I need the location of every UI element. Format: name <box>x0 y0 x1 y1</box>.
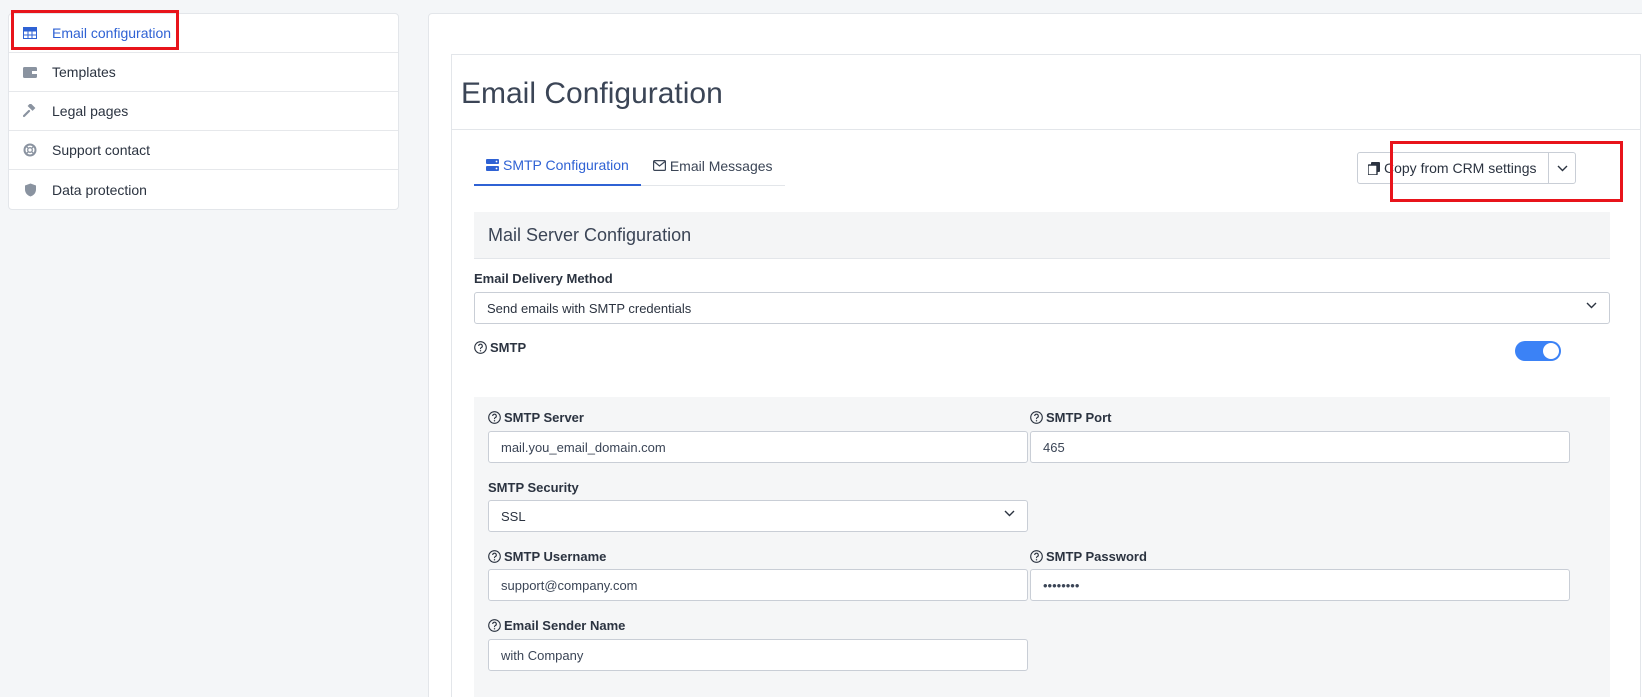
life-ring-icon <box>22 142 38 158</box>
tab-bar: SMTP Configuration Email Messages <box>474 145 785 186</box>
email-sender-name-label: Email Sender Name <box>488 618 625 633</box>
toggle-knob <box>1543 343 1559 359</box>
server-icon <box>486 158 499 171</box>
smtp-password-label: SMTP Password <box>1030 549 1147 564</box>
sidebar-item-label: Data protection <box>52 181 147 198</box>
label-text: SMTP <box>490 340 527 355</box>
wallet-icon <box>22 64 38 80</box>
copy-icon <box>1368 161 1380 175</box>
section-title: Mail Server Configuration <box>474 212 1610 259</box>
delivery-method-label: Email Delivery Method <box>474 271 613 286</box>
label-text: SMTP Server <box>504 410 584 425</box>
sidebar-item-label: Templates <box>52 64 116 80</box>
sidebar: Email configuration Templates Legal page… <box>8 13 399 210</box>
select-value: Send emails with SMTP credentials <box>487 300 692 316</box>
sidebar-item-label: Legal pages <box>52 103 129 119</box>
sidebar-item-email-configuration[interactable]: Email configuration <box>9 14 398 53</box>
smtp-username-label: SMTP Username <box>488 549 606 564</box>
smtp-port-input[interactable] <box>1030 431 1570 463</box>
shield-icon <box>22 182 38 198</box>
question-circle-icon[interactable] <box>488 550 501 563</box>
copy-button-label: Copy from CRM settings <box>1384 160 1537 176</box>
label-text: Email Delivery Method <box>474 271 613 286</box>
page-title: Email Configuration <box>461 77 723 110</box>
divider <box>452 129 1640 130</box>
email-sender-name-input[interactable] <box>488 639 1028 671</box>
main-panel: Email Configuration SMTP Configuration E… <box>428 13 1642 697</box>
delivery-method-select[interactable]: Send emails with SMTP credentials <box>474 292 1610 324</box>
sidebar-item-data-protection[interactable]: Data protection <box>9 170 398 209</box>
sidebar-item-label: Email configuration <box>52 25 172 41</box>
smtp-toggle-switch[interactable] <box>1515 341 1561 361</box>
tab-label: SMTP Configuration <box>503 156 629 173</box>
copy-dropdown-toggle[interactable] <box>1549 153 1575 183</box>
smtp-security-select[interactable]: SSL <box>488 500 1028 532</box>
tab-smtp-configuration[interactable]: SMTP Configuration <box>474 145 641 186</box>
question-circle-icon[interactable] <box>474 341 487 354</box>
copy-from-crm-button-group: Copy from CRM settings <box>1357 152 1577 184</box>
label-text: SMTP Security <box>488 480 579 495</box>
email-configuration-card: Email Configuration SMTP Configuration E… <box>451 54 1641 697</box>
table-grid-icon <box>22 25 38 41</box>
label-text: SMTP Password <box>1046 549 1147 564</box>
label-text: Email Sender Name <box>504 618 626 633</box>
copy-from-crm-button[interactable]: Copy from CRM settings <box>1358 153 1550 183</box>
smtp-port-label: SMTP Port <box>1030 410 1112 425</box>
question-circle-icon[interactable] <box>1030 411 1043 424</box>
smtp-server-label: SMTP Server <box>488 410 584 425</box>
chevron-down-icon <box>1557 165 1568 172</box>
smtp-password-input[interactable] <box>1030 569 1570 601</box>
question-circle-icon[interactable] <box>1030 550 1043 563</box>
gavel-icon <box>22 103 38 119</box>
select-value: SSL <box>501 508 526 524</box>
tab-email-messages[interactable]: Email Messages <box>641 145 785 186</box>
smtp-toggle-label: SMTP <box>474 340 526 355</box>
sidebar-item-label: Support contact <box>52 142 151 158</box>
question-circle-icon[interactable] <box>488 411 501 424</box>
envelope-icon <box>652 160 666 171</box>
smtp-security-label: SMTP Security <box>488 480 579 495</box>
smtp-username-input[interactable] <box>488 569 1028 601</box>
question-circle-icon[interactable] <box>488 619 501 632</box>
tab-label: Email Messages <box>669 157 773 174</box>
sidebar-item-templates[interactable]: Templates <box>9 53 398 92</box>
chevron-down-icon <box>1004 510 1015 517</box>
label-text: SMTP Port <box>1046 410 1112 425</box>
chevron-down-icon <box>1586 302 1597 309</box>
sidebar-item-support-contact[interactable]: Support contact <box>9 131 398 170</box>
sidebar-item-legal-pages[interactable]: Legal pages <box>9 92 398 131</box>
smtp-server-input[interactable] <box>488 431 1028 463</box>
label-text: SMTP Username <box>504 549 607 564</box>
